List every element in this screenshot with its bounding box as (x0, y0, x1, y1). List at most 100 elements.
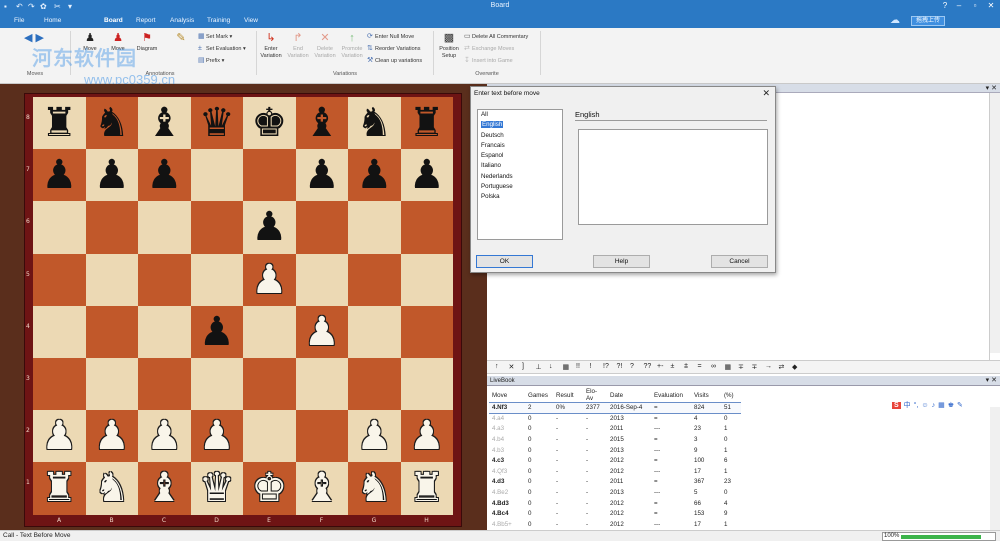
white-rook-icon[interactable]: ♜ (409, 468, 445, 508)
annotation-symbol-button[interactable]: ◆ (792, 363, 797, 371)
insert-into-game-button[interactable]: ↧ Insert into Game (464, 56, 513, 65)
square-f2[interactable] (295, 410, 348, 463)
livebook-row[interactable]: 4.Bc4 0 - - 2012 = 153 9 (489, 508, 741, 519)
square-h2[interactable]: ♟ (400, 410, 453, 463)
white-pawn-icon[interactable]: ♟ (146, 416, 182, 456)
square-b3[interactable] (85, 357, 138, 411)
square-h7[interactable]: ♟ (400, 149, 453, 202)
livebook-row[interactable]: 4.a3 0 - - 2011 --- 23 1 (489, 424, 741, 435)
square-c6[interactable] (138, 201, 191, 254)
enter-null-move-button[interactable]: ⟳ Enter Null Move (367, 32, 414, 41)
voice-icon[interactable]: ♪ (932, 402, 936, 409)
help-button[interactable]: Help (593, 255, 650, 268)
tab-view[interactable]: View (244, 17, 258, 24)
language-item[interactable]: Deutsch (478, 131, 562, 141)
set-evaluation-button[interactable]: ± Set Evaluation ▾ (198, 44, 246, 53)
language-item[interactable]: All (478, 110, 562, 120)
livebook-row[interactable]: 4.Be2 0 - - 2013 --- 5 0 (489, 487, 741, 498)
exchange-moves-button[interactable]: ⇄ Exchange Moves (464, 44, 514, 53)
square-d5[interactable] (190, 253, 243, 306)
annotation-symbol-button[interactable]: ✕ (509, 363, 515, 371)
black-pawn-icon[interactable]: ♟ (356, 155, 392, 195)
square-a1[interactable]: ♜ 1 A (26, 462, 86, 523)
white-knight-icon[interactable]: ♞ (356, 468, 392, 508)
annotation-symbol-button[interactable]: ] (522, 363, 524, 370)
livebook-row[interactable]: 4.Qf3 0 - - 2012 --- 17 1 (489, 466, 741, 477)
square-f1[interactable]: ♝ F (295, 462, 348, 523)
annotation-symbol-button[interactable]: ▦ (563, 363, 570, 371)
square-h6[interactable] (400, 201, 453, 254)
annotation-symbol-button[interactable]: ∓ (752, 363, 758, 371)
column-header[interactable]: Elo-Av (583, 388, 607, 403)
column-header[interactable]: Date (607, 388, 651, 403)
white-king-icon[interactable]: ♚ (251, 468, 287, 508)
square-b4[interactable] (85, 305, 138, 358)
square-e1[interactable]: ♚ E (243, 462, 296, 523)
square-b6[interactable] (85, 201, 138, 254)
square-e6[interactable]: ♟ (243, 201, 296, 254)
column-header[interactable]: (%) (721, 388, 741, 403)
square-d6[interactable] (190, 201, 243, 254)
square-g5[interactable] (348, 253, 401, 306)
delete-all-commentary-button[interactable]: ▭Delete All Commentary (464, 32, 528, 41)
end-variation-button[interactable]: ↱ End Variation (285, 32, 311, 59)
language-item[interactable]: Espanol (478, 151, 562, 161)
square-h5[interactable] (400, 253, 453, 306)
annotation-symbol-button[interactable]: ↑ (495, 363, 499, 370)
livebook-row[interactable]: 4.a4 0 - - 2013 = 4 0 (489, 413, 741, 424)
column-header[interactable]: Visits (691, 388, 721, 403)
square-g8[interactable]: ♞ (348, 97, 401, 150)
annotation-symbol-button[interactable]: ⩲ (684, 363, 688, 371)
promote-variation-button[interactable]: ↑ Promote Variation (339, 32, 365, 59)
black-king-icon[interactable]: ♚ (251, 103, 287, 143)
square-e3[interactable] (243, 357, 296, 411)
column-header[interactable]: Evaluation (651, 388, 691, 403)
maximize-button[interactable]: ▫ (968, 1, 982, 13)
enter-variation-button[interactable]: ↳ Enter Variation (258, 32, 284, 59)
diagram-button[interactable]: ⚑ Diagram (132, 32, 162, 53)
tab-analysis[interactable]: Analysis (170, 17, 194, 24)
livebook-row[interactable]: 4.d3 0 - - 2011 = 367 23 (489, 477, 741, 488)
square-b2[interactable]: ♟ (85, 410, 138, 463)
black-rook-icon[interactable]: ♜ (41, 103, 77, 143)
annotation-symbol-button[interactable]: ± (671, 363, 675, 370)
black-knight-icon[interactable]: ♞ (356, 103, 392, 143)
annotation-symbol-button[interactable]: ▦ (725, 363, 732, 371)
black-bishop-icon[interactable]: ♝ (304, 103, 340, 143)
tab-board[interactable]: Board (104, 17, 123, 24)
black-queen-icon[interactable]: ♛ (199, 103, 235, 143)
help-icon[interactable]: ? (938, 1, 952, 13)
move-annotation-button-2[interactable]: ♟ Move (106, 32, 130, 53)
square-a3[interactable]: 3 (26, 357, 86, 411)
square-c4[interactable] (138, 305, 191, 358)
dialog-close-icon[interactable]: ✕ (762, 88, 770, 99)
tab-home[interactable]: Home (44, 17, 61, 24)
square-h4[interactable] (400, 305, 453, 358)
white-knight-icon[interactable]: ♞ (94, 468, 130, 508)
annotation-symbol-button[interactable]: = (698, 363, 702, 370)
annotation-symbol-button[interactable]: ↓ (549, 363, 553, 370)
square-f3[interactable] (295, 357, 348, 411)
annotation-symbol-button[interactable]: ?? (644, 363, 652, 370)
black-pawn-icon[interactable]: ♟ (409, 155, 445, 195)
tab-file[interactable]: File (14, 17, 24, 24)
black-pawn-icon[interactable]: ♟ (199, 312, 235, 352)
language-item[interactable]: Francais (478, 141, 562, 151)
minimize-button[interactable]: – (952, 1, 966, 13)
square-d3[interactable] (190, 357, 243, 411)
set-mark-button[interactable]: ▦Set Mark ▾ (198, 32, 232, 41)
square-c7[interactable]: ♟ (138, 149, 191, 202)
black-pawn-icon[interactable]: ♟ (41, 155, 77, 195)
square-g2[interactable]: ♟ (348, 410, 401, 463)
square-e5[interactable]: ♟ (243, 253, 296, 306)
delete-variation-button[interactable]: ✕ Delete Variation (312, 32, 338, 59)
white-pawn-icon[interactable]: ♟ (409, 416, 445, 456)
square-a4[interactable]: 4 (26, 305, 86, 358)
livebook-row[interactable]: 4.c3 0 - - 2012 = 100 6 (489, 455, 741, 466)
language-item[interactable]: Polska (478, 192, 562, 202)
square-f4[interactable]: ♟ (295, 305, 348, 358)
square-g7[interactable]: ♟ (348, 149, 401, 202)
square-f5[interactable] (295, 253, 348, 306)
column-header[interactable]: Result (553, 388, 583, 403)
livebook-row[interactable]: 4.Bb5+ 0 - - 2012 --- 17 1 (489, 519, 741, 530)
